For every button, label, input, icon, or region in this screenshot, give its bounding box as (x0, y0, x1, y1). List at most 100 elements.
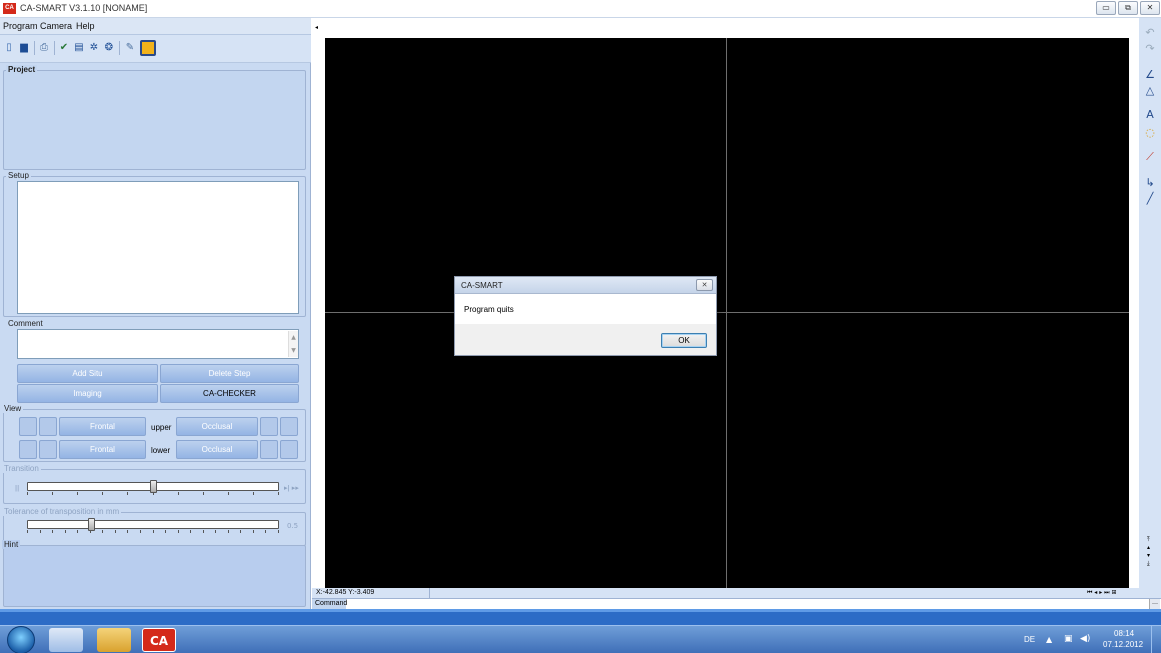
line-icon[interactable]: ╱ (1143, 192, 1157, 206)
close-button[interactable]: ✕ (1140, 1, 1160, 15)
view-upper-square-3[interactable] (260, 417, 278, 436)
taskbar-explorer-icon[interactable] (97, 628, 131, 652)
transition-slider[interactable] (27, 478, 279, 495)
view-upper-square-1[interactable] (19, 417, 37, 436)
save-icon[interactable]: ▆ (18, 42, 30, 54)
angle-icon[interactable]: ∠ (1143, 68, 1157, 82)
tools-icon[interactable]: ✔ (58, 42, 70, 54)
show-desktop-button[interactable] (1151, 626, 1161, 653)
dialog-body: Program quits (455, 294, 716, 324)
view-lower-square-4[interactable] (280, 440, 298, 459)
arrow-icon[interactable]: ↳ (1143, 176, 1157, 190)
scroll-controls[interactable]: ⤒ ▴ ▾ ⤓ (1147, 536, 1150, 568)
tray-language[interactable]: DE (1024, 635, 1035, 644)
start-orb-icon[interactable] (7, 626, 35, 653)
setup-label: Setup (6, 171, 31, 180)
redo-icon[interactable]: ↷ (1143, 42, 1157, 56)
slider-tick (203, 492, 204, 495)
ok-button[interactable]: OK (661, 333, 707, 348)
frontal-upper-button[interactable]: Frontal (59, 417, 146, 436)
imaging-button[interactable]: Imaging (17, 384, 158, 403)
taskbar-casmart-icon[interactable]: CA (142, 628, 176, 652)
view-upper-square-4[interactable] (280, 417, 298, 436)
minimize-button[interactable]: ▭ (1096, 1, 1116, 15)
comment-field[interactable]: ▲ ▼ (17, 329, 299, 359)
view-lower-square-1[interactable] (19, 440, 37, 459)
transition-end-icon[interactable]: ▸ǀ ▸▸ (284, 484, 299, 492)
command-bar: Command … (312, 598, 1161, 610)
tolerance-thumb[interactable] (88, 518, 95, 531)
project-group (3, 70, 306, 170)
toolbar-separator (34, 41, 35, 55)
menu-program[interactable]: Program (3, 21, 38, 31)
film-icon[interactable]: ▤ (73, 42, 85, 54)
occlusal-upper-button[interactable]: Occlusal (176, 417, 258, 436)
view-lower-square-2[interactable] (39, 440, 57, 459)
slider-tick (278, 530, 279, 533)
slider-tick (228, 530, 229, 533)
view-lower-square-3[interactable] (260, 440, 278, 459)
command-more-button[interactable]: … (1149, 599, 1160, 609)
dialog-message: Program quits (464, 305, 514, 314)
frame-icon[interactable] (140, 40, 156, 56)
slider-tick (77, 530, 78, 533)
setup-list[interactable] (17, 181, 299, 314)
dialog-title: CA-SMART (461, 281, 503, 290)
image-canvas[interactable] (325, 38, 1129, 588)
tray-arrow-icon[interactable]: ▲ (1046, 635, 1052, 644)
edit-icon[interactable]: ✎ (124, 42, 136, 54)
view-upper-square-2[interactable] (39, 417, 57, 436)
collapse-arrow-icon[interactable]: ◂ (315, 24, 318, 31)
comment-scrollbar[interactable]: ▲ ▼ (288, 331, 298, 357)
new-icon[interactable]: ▯ (3, 42, 15, 54)
restore-button[interactable]: ⧉ (1118, 1, 1138, 15)
title-bar: CA CA-SMART V3.1.10 [NONAME] ▭ ⧉ ✕ (0, 0, 1161, 18)
menu-help[interactable]: Help (76, 21, 95, 31)
measure-icon[interactable]: ⟋ (1143, 150, 1157, 164)
menu-bar: Program Camera Help (0, 18, 311, 35)
slider-tick (27, 530, 28, 533)
splitter[interactable]: ◂ (312, 18, 325, 588)
add-situ-button[interactable]: Add Situ (17, 364, 158, 383)
tolerance-slider[interactable] (27, 516, 279, 533)
slider-tick (253, 530, 254, 533)
help-icon[interactable]: ❂ (103, 42, 115, 54)
taskbar-paint-icon[interactable] (49, 628, 83, 652)
network-icon[interactable]: ▣ (1064, 634, 1073, 644)
page-nav-icons[interactable]: ⏮ ◂ ▸ ⏭ ⊞ (1087, 589, 1116, 597)
transition-thumb[interactable] (150, 480, 157, 493)
text-icon[interactable]: A (1143, 108, 1157, 122)
occlusal-lower-button[interactable]: Occlusal (176, 440, 258, 459)
slider-tick (153, 530, 154, 533)
transition-start-icon[interactable]: ǀǀ (15, 484, 19, 492)
tolerance-value: 0.5 (287, 522, 299, 530)
slider-tick (228, 492, 229, 495)
command-input[interactable] (347, 599, 1147, 609)
comment-icon[interactable]: ◌ (1143, 126, 1157, 140)
clock-time[interactable]: 08:14 (1114, 629, 1134, 638)
app-window: CA CA-SMART V3.1.10 [NONAME] ▭ ⧉ ✕ Progr… (0, 0, 1161, 653)
clock-date[interactable]: 07.12.2012 (1103, 640, 1143, 649)
slider-tick (102, 492, 103, 495)
tolerance-track (27, 520, 279, 529)
window-title: CA-SMART V3.1.10 [NONAME] (20, 3, 148, 13)
frontal-lower-button[interactable]: Frontal (59, 440, 146, 459)
menu-camera[interactable]: Camera (40, 21, 72, 31)
triangle-icon[interactable]: △ (1143, 84, 1157, 98)
tolerance-ticks (27, 530, 279, 533)
slider-tick (52, 530, 53, 533)
dialog-close-button[interactable]: ✕ (696, 279, 713, 291)
print-icon[interactable]: ⎙ (38, 42, 50, 54)
slider-tick (40, 530, 41, 533)
undo-icon[interactable]: ↶ (1143, 26, 1157, 40)
blue-strip-highlight (0, 609, 1161, 612)
ca-checker-button[interactable]: CA-CHECKER (160, 384, 299, 403)
slider-tick (140, 530, 141, 533)
delete-step-button[interactable]: Delete Step (160, 364, 299, 383)
slider-tick (178, 492, 179, 495)
message-dialog: CA-SMART ✕ Program quits OK (454, 276, 717, 356)
volume-icon[interactable]: ◀) (1080, 634, 1090, 644)
settings-icon[interactable]: ✲ (88, 42, 100, 54)
app-logo-icon: CA (3, 3, 16, 14)
slider-tick (178, 530, 179, 533)
